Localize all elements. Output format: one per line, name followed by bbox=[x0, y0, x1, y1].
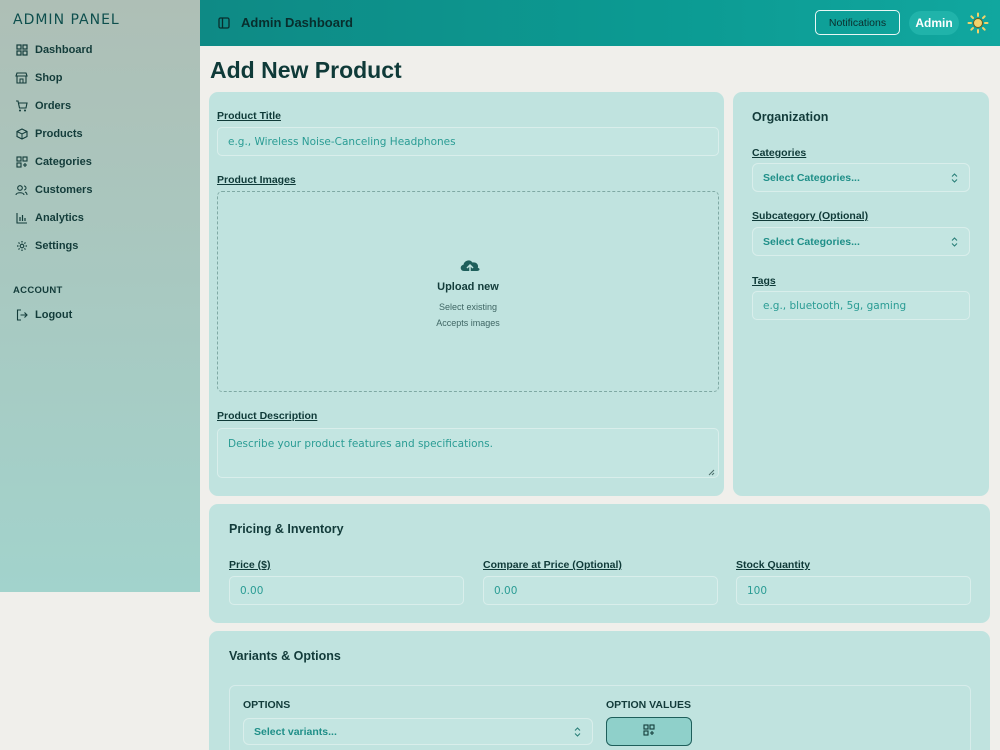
chevron-updown-icon bbox=[950, 236, 959, 248]
categories-select[interactable]: Select Categories... bbox=[752, 163, 970, 192]
add-option-values-button[interactable] bbox=[606, 717, 692, 746]
options-column-label: OPTIONS bbox=[243, 699, 291, 711]
brand-title: ADMIN PANEL bbox=[13, 12, 120, 28]
page-title: Add New Product bbox=[210, 57, 402, 83]
compare-price-input[interactable]: 0.00 bbox=[483, 576, 718, 605]
chevron-updown-icon bbox=[573, 726, 582, 738]
cart-icon bbox=[15, 100, 28, 113]
compare-price-label: Compare at Price (Optional) bbox=[483, 559, 622, 571]
logout-icon bbox=[15, 309, 28, 322]
sidebar-item-shop[interactable]: Shop bbox=[15, 68, 63, 88]
notifications-button[interactable]: Notifications bbox=[815, 10, 900, 35]
product-description-input[interactable]: Describe your product features and speci… bbox=[217, 428, 719, 478]
sidebar-toggle-icon[interactable] bbox=[218, 16, 230, 29]
categories-label: Categories bbox=[752, 147, 807, 159]
cloud-upload-icon bbox=[458, 255, 482, 277]
upload-new-link[interactable]: Upload new bbox=[218, 281, 718, 293]
users-icon bbox=[15, 184, 28, 197]
sidebar-item-orders[interactable]: Orders bbox=[15, 96, 71, 116]
sidebar-item-dashboard[interactable]: Dashboard bbox=[15, 40, 92, 60]
sidebar-item-categories[interactable]: Categories bbox=[15, 152, 92, 172]
user-badge[interactable]: Admin bbox=[909, 11, 959, 35]
sidebar-item-analytics[interactable]: Analytics bbox=[15, 208, 84, 228]
sidebar-item-label: Dashboard bbox=[35, 44, 93, 56]
grid-icon bbox=[15, 44, 28, 57]
tags-input[interactable]: e.g., bluetooth, 5g, gaming bbox=[752, 291, 970, 320]
subcategory-select[interactable]: Select Categories... bbox=[752, 227, 970, 256]
box-icon bbox=[15, 128, 28, 141]
sidebar-item-label: Shop bbox=[35, 72, 63, 84]
product-description-label: Product Description bbox=[217, 410, 318, 422]
select-existing-link[interactable]: Select existing bbox=[218, 302, 718, 312]
product-title-label: Product Title bbox=[217, 110, 281, 122]
variants-title: Variants & Options bbox=[229, 649, 341, 663]
stock-quantity-label: Stock Quantity bbox=[736, 559, 811, 571]
logout-label: Logout bbox=[35, 309, 73, 321]
sidebar-item-label: Analytics bbox=[35, 212, 84, 224]
categories-value: Select Categories... bbox=[763, 171, 860, 184]
add-grid-icon bbox=[643, 724, 655, 739]
accepts-hint: Accepts images bbox=[436, 318, 500, 328]
sidebar: ADMIN PANEL Dashboard Shop Orders Produc… bbox=[0, 0, 200, 592]
categories-icon bbox=[15, 156, 28, 169]
product-title-input[interactable]: e.g., Wireless Noise-Canceling Headphone… bbox=[217, 127, 719, 156]
organization-title: Organization bbox=[752, 110, 829, 124]
pricing-title: Pricing & Inventory bbox=[229, 522, 344, 536]
header-title: Admin Dashboard bbox=[241, 15, 353, 30]
price-input[interactable]: 0.00 bbox=[229, 576, 464, 605]
variant-options-select[interactable]: Select variants... bbox=[243, 718, 593, 745]
option-values-column-label: OPTION VALUES bbox=[606, 699, 691, 711]
store-icon bbox=[15, 72, 28, 85]
gear-icon bbox=[15, 240, 28, 253]
sidebar-item-label: Settings bbox=[35, 240, 79, 252]
variant-options-value: Select variants... bbox=[254, 725, 337, 738]
sidebar-item-settings[interactable]: Settings bbox=[15, 236, 78, 256]
top-bar: Admin Dashboard Notifications Admin bbox=[200, 0, 1000, 46]
theme-toggle-icon[interactable] bbox=[967, 12, 989, 34]
logout-button[interactable]: Logout bbox=[15, 305, 72, 325]
account-section-label: ACCOUNT bbox=[13, 285, 63, 296]
sidebar-item-customers[interactable]: Customers bbox=[15, 180, 92, 200]
description-placeholder: Describe your product features and speci… bbox=[228, 438, 493, 450]
image-dropzone[interactable]: Upload new Select existing Accepts image… bbox=[217, 191, 719, 392]
resize-handle-icon[interactable] bbox=[708, 467, 715, 476]
product-images-label: Product Images bbox=[217, 174, 296, 186]
chevron-updown-icon bbox=[950, 172, 959, 184]
sidebar-item-label: Categories bbox=[35, 156, 92, 168]
sidebar-item-label: Orders bbox=[35, 100, 72, 112]
sidebar-item-products[interactable]: Products bbox=[15, 124, 83, 144]
price-label: Price ($) bbox=[229, 559, 271, 571]
sidebar-item-label: Products bbox=[35, 128, 83, 140]
tags-label: Tags bbox=[752, 275, 776, 287]
subcategory-label: Subcategory (Optional) bbox=[752, 210, 869, 222]
subcategory-value: Select Categories... bbox=[763, 235, 860, 248]
stock-quantity-input[interactable]: 100 bbox=[736, 576, 971, 605]
bar-chart-icon bbox=[15, 212, 28, 225]
sidebar-item-label: Customers bbox=[35, 184, 93, 196]
